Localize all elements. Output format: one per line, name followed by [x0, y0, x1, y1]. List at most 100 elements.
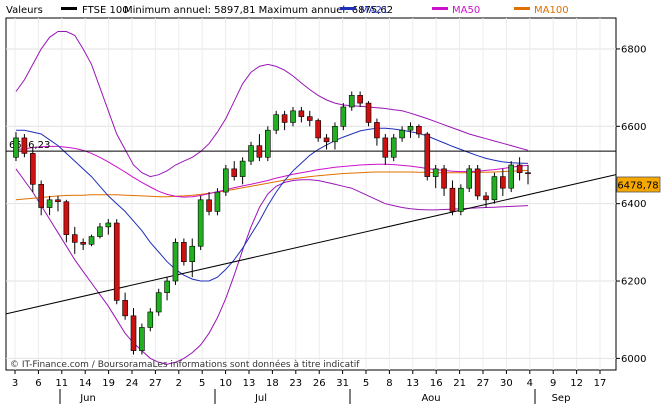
candle: [340, 103, 347, 131]
candle-down-body: [63, 201, 70, 235]
x-axis: 3 6 11 14 19 24 27 2 5 10 13 18 23 26 31 5 8 13 16 21 27 30 4 9…: [12, 370, 607, 404]
candle-down-body: [441, 168, 447, 189]
y-tick-label: 6600: [621, 122, 646, 133]
candle-up-body: [273, 114, 279, 131]
candle: [88, 234, 95, 247]
candle: [214, 188, 221, 216]
candle: [155, 288, 162, 316]
legend-swatch-ma100: [514, 7, 530, 10]
candle-up-body: [399, 129, 405, 139]
candle-down-body: [181, 242, 187, 262]
candle-up-body: [13, 137, 19, 158]
candle-up-body: [458, 187, 464, 212]
x-tick-label: 2: [176, 378, 182, 389]
candle-up-body: [197, 199, 204, 247]
month-label: Jun: [79, 393, 96, 404]
candle-up-body: [46, 199, 53, 208]
candle-down-body: [281, 114, 288, 123]
instrument-name: FTSE 100: [82, 5, 129, 16]
legend-label-ma50: MA50: [452, 5, 480, 16]
x-tick-label: 9: [550, 378, 556, 389]
candle-up-body: [164, 280, 170, 293]
candle-up-body: [189, 245, 196, 262]
x-tick-label: 17: [594, 378, 607, 389]
candle-up-body: [172, 242, 179, 282]
candle-up-body: [491, 176, 498, 201]
candle-down-body: [315, 120, 321, 139]
candle-up-body: [139, 327, 145, 351]
candle-up-body: [97, 226, 103, 237]
candle-up-body: [340, 106, 347, 127]
y-tick-label: 6000: [621, 354, 646, 365]
month-label: Jul: [254, 393, 267, 404]
x-tick-label: 10: [219, 378, 232, 389]
x-tick-label: 8: [386, 378, 392, 389]
candle-up-body: [147, 311, 154, 328]
x-tick-label: 12: [570, 378, 583, 389]
current-value-badge: 6478,78: [616, 176, 661, 193]
min-max-text: Minimum annuel: 5897,81 Maximum annuel: …: [124, 5, 393, 16]
current-value-text: 6478,78: [617, 181, 658, 192]
candle-down-body: [21, 137, 28, 154]
candle-up-body: [214, 191, 221, 212]
x-tick-label: 19: [102, 378, 115, 389]
candle-down-body: [306, 116, 313, 121]
candle: [197, 195, 204, 251]
x-tick-label: 18: [266, 378, 279, 389]
candle: [458, 184, 464, 216]
candle-up-body: [466, 168, 473, 189]
candle: [365, 101, 372, 127]
candle-down-body: [449, 187, 456, 212]
x-tick-label: 11: [55, 378, 68, 389]
instrument-swatch: [61, 7, 77, 10]
candle: [491, 172, 498, 204]
x-tick-label: 16: [430, 378, 443, 389]
candlestick-chart: Valeurs FTSE 100 Minimum annuel: 5897,81…: [5, 5, 661, 404]
candle: [390, 134, 397, 162]
x-tick-label: 13: [406, 378, 419, 389]
candle-up-body: [239, 160, 246, 177]
candle: [113, 219, 120, 305]
candle-up-body: [332, 126, 338, 143]
candle-down-body: [113, 222, 120, 301]
x-tick-label: 13: [243, 378, 256, 389]
plot-frame: [5, 17, 617, 371]
x-tick-label: 30: [500, 378, 513, 389]
x-tick-label: 5: [199, 378, 205, 389]
candle-down-body: [80, 242, 86, 245]
candle-up-body: [508, 164, 515, 189]
candle-up-body: [290, 110, 296, 123]
legend: MA21 MA50 MA100: [340, 5, 569, 16]
x-tick-label: 23: [289, 378, 302, 389]
candle-up-body: [223, 168, 229, 193]
candle-down-body: [130, 315, 137, 351]
y-tick-label: 6200: [621, 277, 646, 288]
candle: [474, 164, 481, 200]
x-tick-label: 21: [453, 378, 466, 389]
candle-up-body: [88, 236, 95, 245]
candle-down-body: [29, 153, 36, 185]
candle-up-body: [265, 129, 271, 158]
candle-down-body: [525, 172, 531, 175]
x-tick-label: 26: [313, 378, 326, 389]
candle: [172, 238, 179, 285]
candle-down-body: [424, 133, 431, 177]
candle-down-body: [382, 137, 389, 158]
x-tick-label: 27: [149, 378, 162, 389]
chart-container: Valeurs FTSE 100 Minimum annuel: 5897,81…: [0, 0, 664, 410]
footer-credit: © IT-Finance.com / BoursoramaLes informa…: [10, 359, 360, 370]
candle-down-body: [298, 110, 305, 117]
candle-down-body: [71, 234, 78, 243]
chart-header: Valeurs FTSE 100 Minimum annuel: 5897,81…: [6, 5, 569, 16]
legend-swatch-ma50: [432, 7, 448, 10]
candle-down-body: [483, 195, 489, 201]
candle-down-body: [55, 199, 61, 203]
candle: [181, 238, 187, 266]
candle-down-body: [122, 300, 128, 317]
candle-down-body: [500, 176, 506, 189]
candle-up-body: [407, 126, 414, 131]
candle-down-body: [256, 145, 263, 158]
candle-up-body: [105, 222, 112, 228]
x-tick-label: 27: [477, 378, 490, 389]
x-tick-label: 14: [79, 378, 92, 389]
